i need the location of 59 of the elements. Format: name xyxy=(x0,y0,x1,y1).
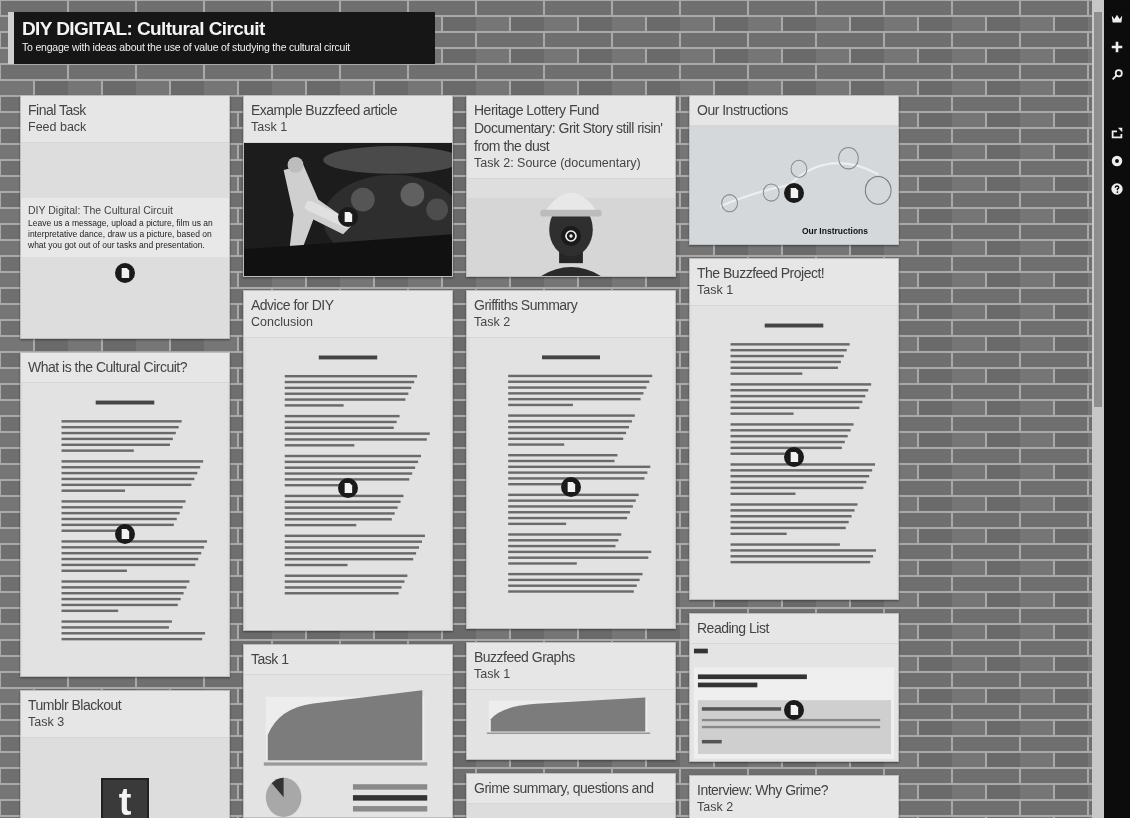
post-subtitle: Task 1 xyxy=(697,282,735,299)
post-subtitle: Task 2 xyxy=(474,314,512,331)
post-card[interactable]: Grime summary, questions and xyxy=(466,773,676,818)
post-card[interactable]: What is the Cultural Circuit? xyxy=(20,352,230,677)
post-title: Griffiths Summary xyxy=(474,296,579,314)
post-title: What is the Cultural Circuit? xyxy=(28,358,188,376)
message-heading: DIY Digital: The Cultural Circuit xyxy=(28,204,174,216)
post-subtitle: Conclusion xyxy=(251,314,314,331)
post-title: Buzzfeed Graphs xyxy=(474,648,576,666)
pie-chart xyxy=(265,777,302,817)
post-title: The Buzzfeed Project! xyxy=(697,264,826,282)
post-title: Advice for DIY xyxy=(251,296,335,314)
logo-tile: t xyxy=(101,778,149,818)
post-card[interactable]: Buzzfeed Graphs Task 1 xyxy=(466,642,676,760)
post-card[interactable]: Griffiths Summary Task 2 xyxy=(466,290,676,629)
file-icon xyxy=(784,700,804,721)
file-icon xyxy=(338,206,358,227)
post-subtitle: Task 2: Source (documentary) xyxy=(474,155,642,172)
post-subtitle: Task 1 xyxy=(251,119,289,136)
post-title: Reading List xyxy=(697,619,771,637)
file-icon xyxy=(784,446,804,467)
post-subtitle: Task 3 xyxy=(28,714,66,731)
post-title: Tumblr Blackout xyxy=(28,696,123,714)
post-card[interactable]: Example Buzzfeed article Task 1 xyxy=(243,95,453,277)
post-title: Interview: Why Grime? xyxy=(697,781,830,799)
slide-caption: Our Instructions xyxy=(801,226,868,236)
file-icon xyxy=(115,263,135,283)
target-icon xyxy=(561,225,581,246)
post-subtitle: Feed back xyxy=(28,119,88,136)
post-card[interactable]: Interview: Why Grime? Task 2 xyxy=(689,775,899,818)
board-title: DIY DIGITAL: Cultural Circuit xyxy=(22,18,266,40)
scrollbar-thumb[interactable] xyxy=(1094,12,1102,407)
post-title: Grime summary, questions and xyxy=(474,779,655,797)
file-icon xyxy=(115,523,135,544)
post-card[interactable]: Reading List xyxy=(689,613,899,762)
crown-icon[interactable] xyxy=(1110,12,1124,26)
post-title: Heritage Lottery Fund Documentary: Grit Story still risin' from the dust xyxy=(474,101,664,155)
help-icon[interactable] xyxy=(1110,182,1124,196)
file-icon xyxy=(561,477,581,498)
post-card[interactable]: Our Instructions Our Instructions xyxy=(689,95,899,245)
post-title: Our Instructions xyxy=(697,101,789,119)
post-subtitle: Task 1 xyxy=(474,666,512,683)
board-subtitle: To engage with ideas about the use of value of studying the cultural circuit xyxy=(22,40,351,54)
post-card[interactable]: Task 1 xyxy=(243,644,453,818)
post-title: Final Task xyxy=(28,101,87,119)
share-icon[interactable] xyxy=(1110,126,1124,140)
post-card[interactable]: Advice for DIY Conclusion xyxy=(243,290,453,631)
post-subtitle: Task 2 xyxy=(697,799,735,816)
post-title: Task 1 xyxy=(251,650,290,668)
post-title: Example Buzzfeed article xyxy=(251,101,398,119)
post-card[interactable] xyxy=(20,95,230,339)
post-card[interactable]: Heritage Lottery Fund Documentary: Grit Story still risin' from the dust Task 2: Source (documentary) xyxy=(466,95,676,277)
message-text: Leave us a message, upload a picture, film us an interpretative dance, draw us a picture, based on what you got out of our tasks and presentation. xyxy=(28,218,214,251)
scrollbar[interactable] xyxy=(1092,0,1104,818)
post-card[interactable]: Tumblr Blackout Task 3 t xyxy=(20,690,230,818)
plus-icon[interactable] xyxy=(1110,40,1124,54)
file-icon xyxy=(784,182,804,203)
post-card[interactable]: The Buzzfeed Project! Task 1 xyxy=(689,258,899,600)
file-icon xyxy=(338,478,358,499)
